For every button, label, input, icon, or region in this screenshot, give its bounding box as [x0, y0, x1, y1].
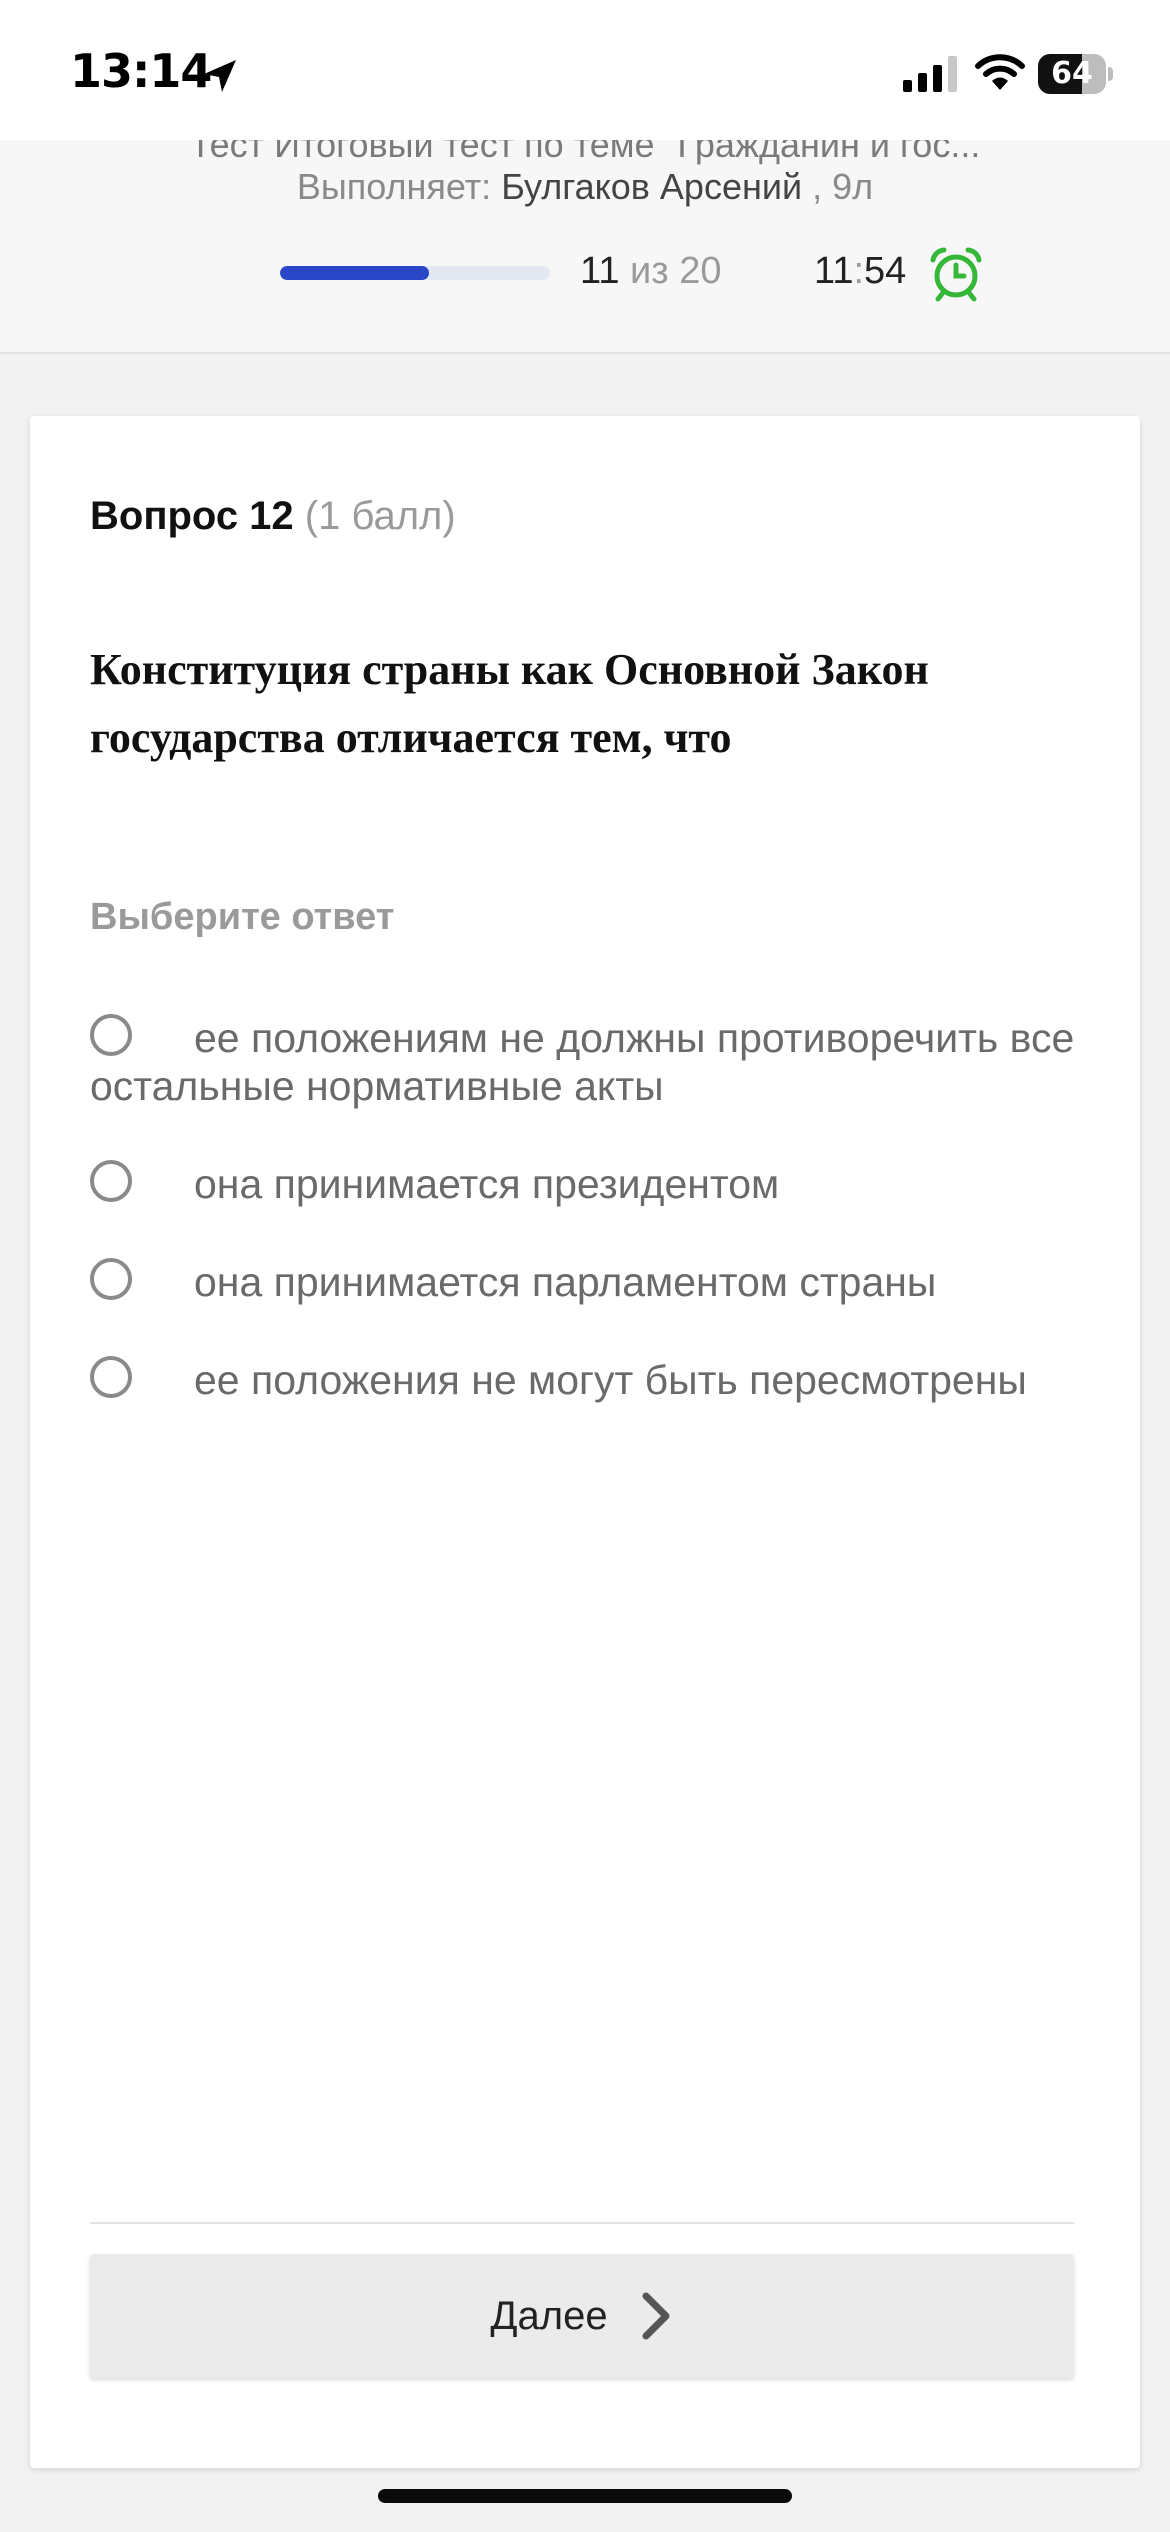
next-button[interactable]: Далее	[90, 2254, 1074, 2378]
progress-counter: 11 из 20	[580, 250, 722, 293]
radio-button[interactable]	[90, 1160, 132, 1202]
performer-label: Выполняет:	[296, 166, 492, 207]
location-arrow-icon	[204, 60, 236, 92]
answer-option-3[interactable]: она принимается парламентом страны	[90, 1258, 1090, 1306]
timer-seconds: 54	[864, 250, 907, 292]
status-time: 13:14	[70, 44, 212, 98]
progress-separator: из	[630, 250, 669, 292]
test-header: Тест Итоговый тест по теме "Гражданин и …	[0, 140, 1170, 354]
radio-button[interactable]	[90, 1014, 132, 1056]
next-button-label: Далее	[490, 2293, 608, 2338]
home-indicator	[378, 2489, 792, 2503]
progress-total: 20	[679, 250, 722, 292]
progress-bar	[280, 266, 550, 280]
test-title: Тест Итоговый тест по теме "Гражданин и …	[189, 140, 981, 165]
radio-button[interactable]	[90, 1258, 132, 1300]
answer-option-label: она принимается парламентом страны	[194, 1259, 937, 1305]
radio-button[interactable]	[90, 1356, 132, 1398]
answer-option-2[interactable]: она принимается президентом	[90, 1160, 1090, 1208]
chevron-right-icon	[642, 2292, 670, 2340]
question-points: (1 балл)	[304, 494, 456, 538]
battery-indicator: 64	[1038, 54, 1113, 94]
timer-minutes: 11	[814, 250, 854, 292]
question-label: Вопрос 12	[90, 494, 294, 538]
status-bar: 13:14 64	[0, 0, 1170, 140]
answer-option-label: она принимается президентом	[194, 1161, 780, 1207]
question-card: Вопрос 12 (1 балл) Конституция страны ка…	[30, 416, 1140, 2468]
alarm-clock-icon	[930, 247, 982, 302]
performer-class: , 9л	[812, 166, 874, 207]
answer-options: ее положениям не должны противоречить вс…	[90, 1014, 1090, 1454]
performer-line: Выполняет: Булгаков Арсений , 9л	[0, 166, 1170, 208]
divider	[90, 2222, 1074, 2224]
answer-option-label: ее положениям не должны противоречить вс…	[90, 1015, 1075, 1109]
wifi-icon	[975, 54, 1025, 90]
timer-colon: :	[853, 250, 865, 292]
answer-prompt: Выберите ответ	[90, 896, 395, 938]
progress-bar-fill	[280, 266, 429, 280]
performer-name: Булгаков Арсений	[501, 166, 803, 207]
answer-option-4[interactable]: ее положения не могут быть пересмотрены	[90, 1356, 1090, 1404]
battery-level: 64	[1051, 56, 1093, 91]
cellular-signal-icon	[903, 56, 957, 92]
answer-option-1[interactable]: ее положениям не должны противоречить вс…	[90, 1014, 1090, 1110]
answer-option-label: ее положения не могут быть пересмотрены	[194, 1357, 1027, 1403]
question-text: Конституция страны как Основной Закон го…	[90, 645, 929, 762]
timer: 11:54	[814, 250, 906, 293]
question-number: Вопрос 12 (1 балл)	[90, 494, 456, 539]
progress-current: 11	[580, 250, 620, 292]
